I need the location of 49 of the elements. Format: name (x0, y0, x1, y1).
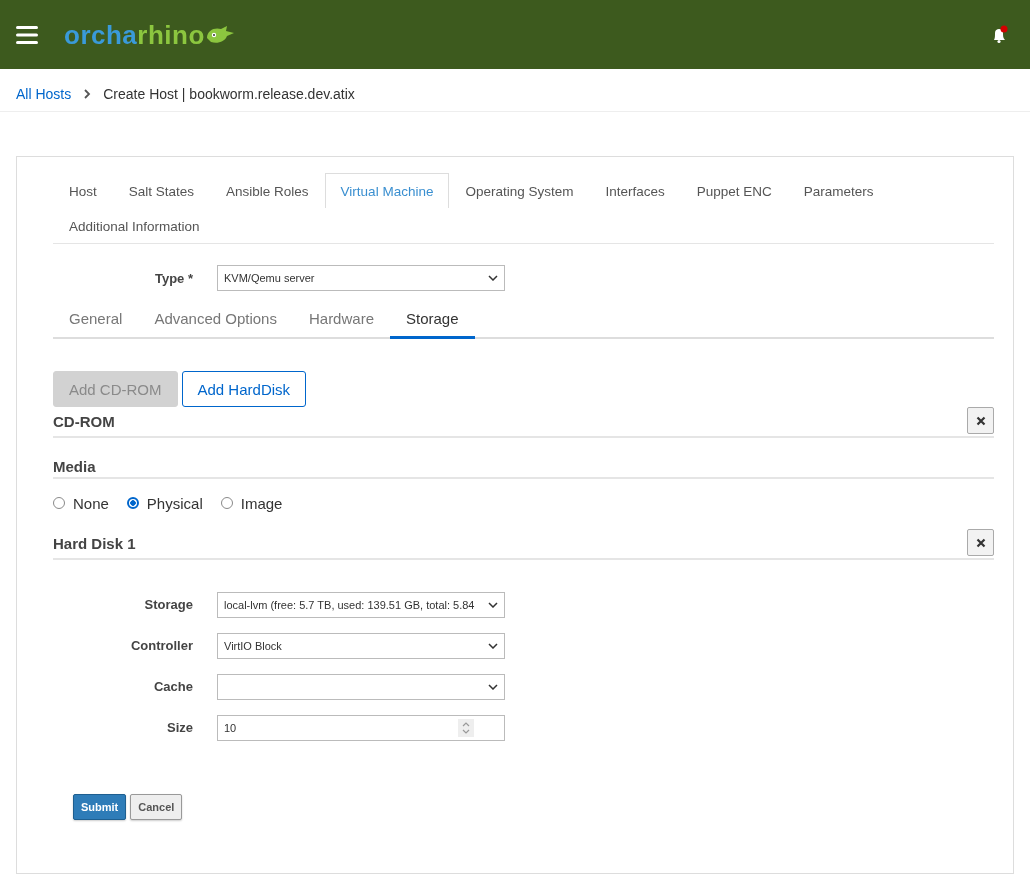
field-label: Controller (129, 638, 193, 653)
tab[interactable]: Host (53, 173, 113, 208)
logo-text: orcha (64, 21, 138, 48)
section-title: Media (53, 458, 96, 475)
close-icon (975, 537, 986, 548)
chevron-down-icon (488, 601, 498, 608)
radio-label: Image (240, 494, 283, 512)
close-icon (975, 415, 986, 426)
section-title: CD-ROM (53, 413, 115, 430)
tab[interactable]: Advanced Options (138, 302, 293, 339)
rhino-icon (204, 23, 235, 46)
chevron-down-icon (488, 642, 498, 649)
tab[interactable]: Virtual Machine (324, 173, 450, 208)
radio-button[interactable] (126, 497, 139, 509)
tab[interactable]: Parameters (787, 173, 890, 208)
spinner-icon[interactable] (458, 718, 474, 737)
tab[interactable]: Puppet ENC (680, 173, 788, 208)
submit-button[interactable]: Submit (73, 794, 127, 820)
field-label: Cache (152, 679, 193, 694)
chevron-down-icon (488, 275, 498, 281)
field-label: Storage (143, 597, 193, 612)
field-label: Size (166, 720, 193, 735)
field-label: Type * (153, 270, 193, 286)
close-button[interactable] (967, 407, 994, 434)
chevron-icon (83, 89, 92, 99)
tab[interactable]: Salt States (112, 173, 211, 208)
tab[interactable]: Additional Information (53, 208, 216, 243)
tab[interactable]: Storage (390, 302, 475, 339)
tab[interactable]: Hardware (292, 302, 390, 339)
radio-label: Physical (146, 494, 203, 512)
number-field[interactable]: 10 (217, 714, 505, 741)
menu-icon[interactable] (16, 25, 38, 44)
close-button[interactable] (967, 529, 994, 556)
select-field[interactable]: VirtIO Block (217, 632, 505, 659)
chevron-down-icon (488, 683, 498, 690)
add-button[interactable]: Add HardDisk (181, 371, 307, 407)
section-title: Hard Disk 1 (53, 535, 136, 552)
breadcrumb-link[interactable]: All Hosts (16, 86, 72, 102)
cancel-button[interactable]: Cancel (130, 794, 183, 820)
tab[interactable]: Ansible Roles (210, 173, 325, 208)
tab[interactable]: Interfaces (589, 173, 681, 208)
radio-label: None (73, 494, 109, 512)
logo-text: rhino (137, 21, 205, 48)
select-field[interactable] (217, 673, 505, 700)
select-field[interactable]: local-lvm (free: 5.7 TB, used: 139.51 GB, total: 5.84 (217, 591, 505, 618)
tab[interactable]: General (53, 302, 139, 339)
type-select[interactable]: KVM/Qemu server (217, 265, 505, 291)
page-title: Create Host | bookworm.release.dev.atix (103, 86, 355, 102)
tab[interactable]: Operating System (449, 173, 590, 208)
